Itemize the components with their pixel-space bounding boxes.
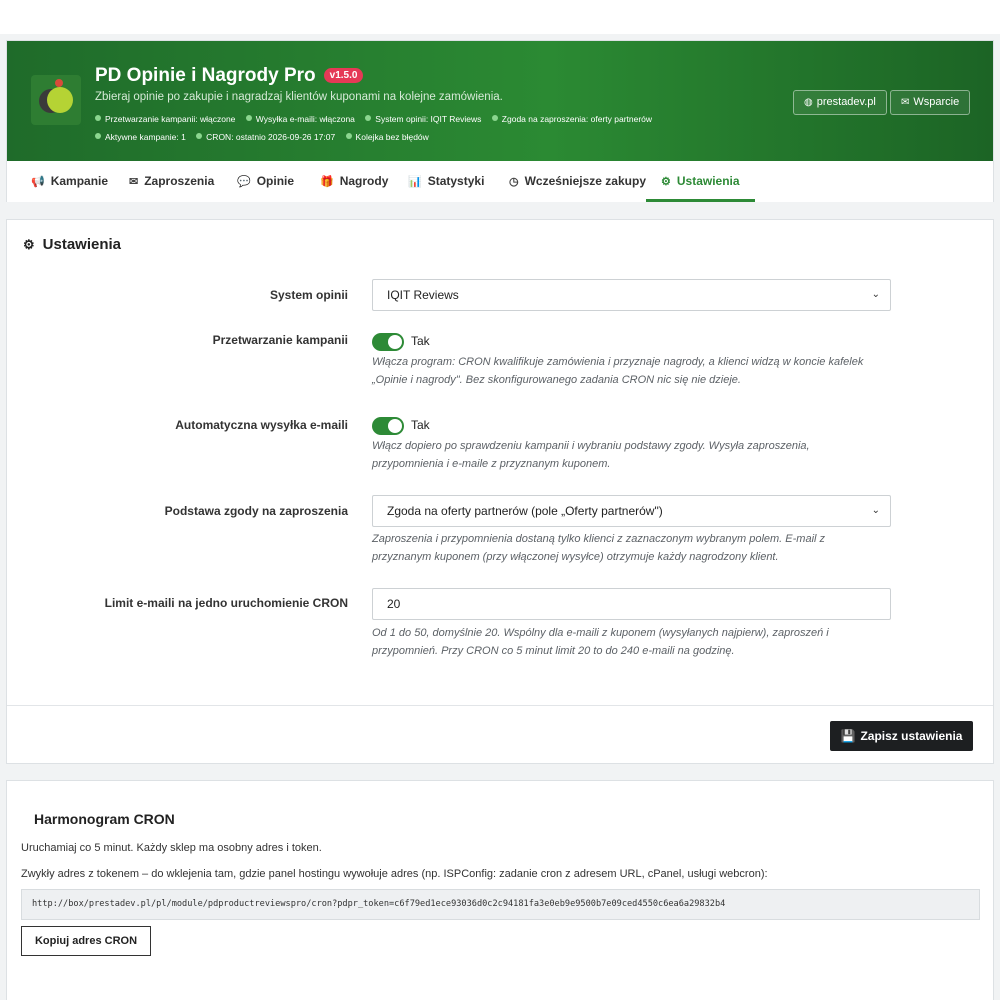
support-button[interactable]: ✉ Wsparcie (890, 90, 971, 115)
review-system-select[interactable]: IQIT Reviews ⌄ (372, 279, 891, 311)
status-line-1: Przetwarzanie kampanii: włączone Wysyłka… (95, 114, 660, 124)
envelope-icon: ✉ (129, 176, 139, 188)
status-dot-icon (491, 115, 498, 121)
settings-panel: ⚙ Ustawienia System opinii IQIT Reviews ⌄… (6, 219, 994, 764)
tab-bar: 📢 Kampanie ✉ Zaproszenia 💬 Opinie 🎁 Nagrody … (7, 161, 993, 202)
status-item: System opinii: IQIT Reviews (365, 114, 481, 124)
cron-title: Harmonogram CRON (34, 811, 175, 827)
auto-email-label: Automatyczna wysyłka e-maili (175, 418, 348, 432)
tab-statystyki[interactable]: 📊 Statystyki (408, 161, 484, 202)
comments-icon: 💬 (237, 176, 251, 188)
email-limit-help: Od 1 do 50, domyślnie 20. Wspólny dla e-… (372, 627, 829, 657)
module-title: PD Opinie i Nagrody Pro v1.5.0 (95, 65, 364, 87)
campaign-processing-toggle-label: Tak (411, 334, 430, 348)
module-header: PD Opinie i Nagrody Pro v1.5.0 Zbieraj op… (6, 40, 994, 202)
auto-email-toggle[interactable] (372, 417, 404, 435)
status-dot-icon (95, 115, 101, 121)
chevron-down-icon: ⌄ (871, 505, 880, 516)
floppy-disk-icon: 💾 (840, 729, 856, 743)
chevron-down-icon: ⌄ (871, 289, 880, 300)
email-limit-input[interactable]: 20 (372, 588, 891, 620)
version-badge: v1.5.0 (323, 68, 364, 83)
consent-basis-label: Podstawa zgody na zaproszenia (164, 504, 348, 518)
globe-icon: ◍ (804, 97, 813, 108)
save-settings-button[interactable]: 💾 Zapisz ustawienia (830, 721, 973, 751)
status-dot-icon (365, 115, 372, 121)
tab-ustawienia[interactable]: ⚙ Ustawienia (646, 161, 755, 202)
megaphone-icon: 📢 (31, 176, 45, 188)
status-item: Zgoda na zaproszenia: oferty partnerów (491, 114, 652, 124)
cogs-icon: ⚙ (23, 237, 35, 252)
top-strip (0, 0, 1000, 34)
consent-basis-select[interactable]: Zgoda na oferty partnerów (pole „Oferty … (372, 495, 891, 527)
hero-banner: PD Opinie i Nagrody Pro v1.5.0 Zbieraj op… (7, 41, 993, 161)
campaign-processing-label: Przetwarzanie kampanii (212, 333, 348, 347)
status-dot-icon (95, 133, 101, 139)
gift-icon: 🎁 (320, 176, 334, 188)
auto-email-help: Włącz dopiero po sprawdzeniu kampanii i … (372, 440, 810, 470)
panel-footer-divider (7, 705, 993, 706)
tab-nagrody[interactable]: 🎁 Nagrody (320, 161, 388, 202)
auto-email-toggle-label: Tak (411, 418, 430, 432)
consent-basis-help: Zaproszenia i przypomnienia dostaną tylk… (372, 533, 826, 563)
envelope-icon: ✉ (901, 97, 910, 108)
status-dot-icon (245, 115, 252, 121)
review-system-value: IQIT Reviews (387, 288, 459, 302)
email-limit-label: Limit e-maili na jedno uruchomienie CRON (104, 596, 348, 610)
cogs-icon: ⚙ (661, 176, 671, 188)
copy-cron-url-button[interactable]: Kopiuj adres CRON (21, 926, 151, 956)
bar-chart-icon: 📊 (408, 176, 422, 188)
tab-zaproszenia[interactable]: ✉ Zaproszenia (129, 161, 214, 202)
module-title-text: PD Opinie i Nagrody Pro (95, 65, 316, 86)
campaign-processing-toggle[interactable] (372, 333, 404, 351)
tab-opinie[interactable]: 💬 Opinie (237, 161, 294, 202)
status-line-2: Aktywne kampanie: 1 CRON: ostatnio 2026-… (95, 132, 437, 142)
prestadev-link-button[interactable]: ◍ prestadev.pl (793, 90, 887, 115)
status-item: Przetwarzanie kampanii: włączone (95, 114, 235, 124)
settings-panel-title: ⚙ Ustawienia (23, 236, 122, 253)
status-item: Aktywne kampanie: 1 (95, 132, 186, 142)
module-logo (31, 75, 81, 125)
campaign-processing-help: Włącza program: CRON kwalifikuje zamówie… (372, 356, 864, 386)
status-item: Wysyłka e-maili: włączona (245, 114, 355, 124)
module-subtitle: Zbieraj opinie po zakupie i nagradzaj kl… (95, 91, 503, 103)
status-item: Kolejka bez błędów (345, 132, 429, 142)
status-dot-icon (345, 133, 352, 139)
cron-description: Uruchamiaj co 5 minut. Każdy sklep ma os… (21, 842, 322, 854)
review-system-label: System opinii (269, 288, 348, 302)
tab-wczesniejsze-zakupy[interactable]: ◷ Wcześniejsze zakupy (509, 161, 646, 202)
tab-kampanie[interactable]: 📢 Kampanie (31, 161, 108, 202)
consent-basis-value: Zgoda na oferty partnerów (pole „Oferty … (387, 504, 663, 518)
history-icon: ◷ (509, 176, 519, 188)
cron-panel: Harmonogram CRON Uruchamiaj co 5 minut. … (6, 780, 994, 1000)
status-item: CRON: ostatnio 2026-09-26 17:07 (196, 132, 335, 142)
cron-url-instructions: Zwykły adres z tokenem – do wklejenia ta… (21, 868, 768, 880)
status-dot-icon (196, 133, 203, 139)
cron-url-field[interactable]: http://box/prestadev.pl/pl/module/pdprod… (21, 889, 980, 920)
